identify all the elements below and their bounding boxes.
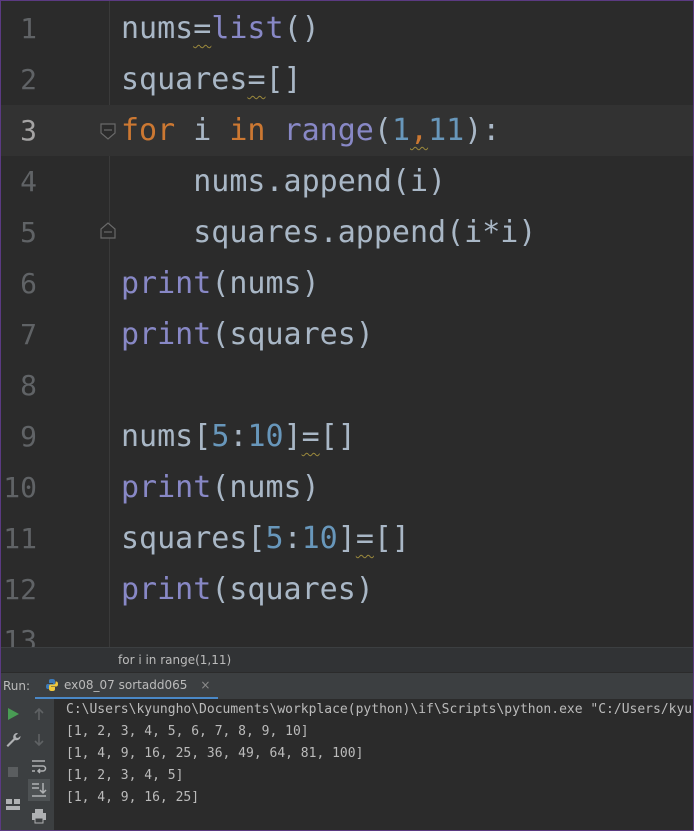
console-line: [1, 2, 3, 4, 5]	[66, 768, 184, 783]
line-number: 1	[20, 12, 37, 45]
code-line[interactable]: 13	[1, 615, 693, 647]
breadcrumb-text[interactable]: for i in range(1,11)	[118, 653, 231, 667]
code-text[interactable]: print(nums)	[121, 462, 320, 513]
run-icon[interactable]	[4, 705, 22, 723]
code-line[interactable]: 2 squares=[]	[1, 54, 693, 105]
code-text[interactable]: squares[5:10]=[]	[121, 513, 410, 564]
code-line[interactable]: 8	[1, 360, 693, 411]
line-number: 5	[20, 216, 37, 249]
console-line: [1, 2, 3, 4, 5, 6, 7, 8, 9, 10]	[66, 724, 309, 739]
code-line[interactable]: 5 squares.append(i*i)	[1, 207, 693, 258]
line-number: 4	[20, 165, 37, 198]
run-console-output[interactable]: C:\Users\kyungho\Documents\workplace(pyt…	[55, 699, 693, 830]
line-number: 11	[3, 522, 37, 555]
ide-window: 1 nums=list() 2 squares=[] 3 for i in ra…	[0, 0, 694, 831]
line-number: 13	[3, 624, 37, 647]
line-number: 8	[20, 369, 37, 402]
run-toolbar	[1, 699, 55, 830]
print-icon[interactable]	[30, 807, 48, 825]
console-line: [1, 4, 9, 16, 25, 36, 49, 64, 81, 100]	[66, 746, 364, 761]
code-line-active[interactable]: 3 for i in range(1,11):	[1, 105, 693, 156]
code-text[interactable]: squares.append(i*i)	[121, 207, 536, 258]
soft-wrap-icon[interactable]	[30, 757, 48, 775]
code-text[interactable]: for i in range(1,11):	[121, 105, 500, 156]
run-tool-window-header: Run: ex08_07 sortadd065 ×	[1, 672, 693, 700]
down-arrow-icon[interactable]	[30, 731, 48, 749]
line-number: 9	[20, 420, 37, 453]
wrench-icon[interactable]	[4, 731, 22, 749]
line-number: 12	[3, 573, 37, 606]
close-icon[interactable]: ×	[200, 678, 210, 692]
code-line[interactable]: 10 print(nums)	[1, 462, 693, 513]
line-number: 10	[3, 471, 37, 504]
run-label: Run:	[3, 679, 31, 693]
line-number: 6	[20, 267, 37, 300]
layout-icon[interactable]	[4, 795, 22, 813]
code-line[interactable]: 7 print(squares)	[1, 309, 693, 360]
line-number: 7	[20, 318, 37, 351]
line-number: 2	[20, 63, 37, 96]
stop-icon[interactable]	[4, 763, 22, 781]
code-text[interactable]: nums=list()	[121, 3, 320, 54]
code-line[interactable]: 12 print(squares)	[1, 564, 693, 615]
code-text[interactable]: squares=[]	[121, 54, 302, 105]
code-line[interactable]: 9 nums[5:10]=[]	[1, 411, 693, 462]
console-line: [1, 4, 9, 16, 25]	[66, 790, 200, 805]
fold-icon[interactable]	[98, 121, 118, 141]
code-line[interactable]: 4 nums.append(i)	[1, 156, 693, 207]
breadcrumb[interactable]: for i in range(1,11)	[1, 647, 693, 672]
code-text[interactable]: nums.append(i)	[121, 156, 446, 207]
code-line[interactable]: 1 nums=list()	[1, 3, 693, 54]
run-config-tab-label: ex08_07 sortadd065	[64, 678, 188, 692]
code-text[interactable]: nums[5:10]=[]	[121, 411, 356, 462]
line-number: 3	[20, 114, 37, 147]
scroll-to-end-toggle[interactable]	[28, 779, 50, 801]
up-arrow-icon[interactable]	[30, 705, 48, 723]
scroll-to-end-icon	[32, 783, 47, 797]
code-text[interactable]: print(squares)	[121, 564, 374, 615]
code-editor[interactable]: 1 nums=list() 2 squares=[] 3 for i in ra…	[1, 1, 693, 647]
code-line[interactable]: 6 print(nums)	[1, 258, 693, 309]
code-line[interactable]: 11 squares[5:10]=[]	[1, 513, 693, 564]
python-file-icon	[46, 679, 58, 691]
console-line: C:\Users\kyungho\Documents\workplace(pyt…	[66, 702, 693, 717]
run-config-tab[interactable]: ex08_07 sortadd065 ×	[35, 673, 219, 700]
code-text[interactable]: print(squares)	[121, 309, 374, 360]
fold-icon[interactable]	[98, 221, 118, 241]
code-text[interactable]: print(nums)	[121, 258, 320, 309]
